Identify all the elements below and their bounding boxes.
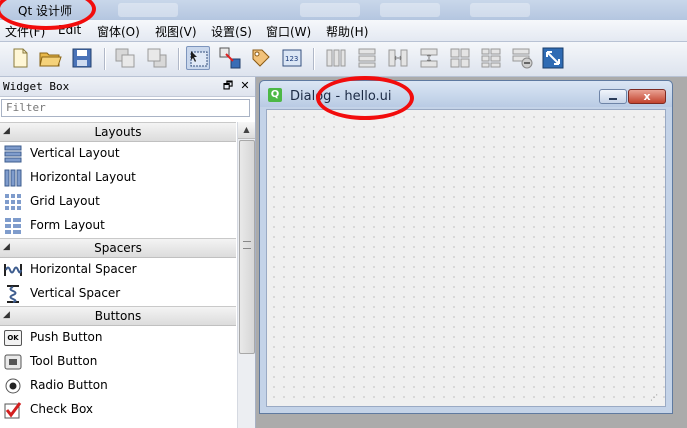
widget-item-horizontal-layout[interactable]: Horizontal Layout (0, 166, 236, 190)
radio-button-icon (4, 377, 22, 395)
svg-text:123: 123 (285, 55, 298, 63)
widget-item-tool-button[interactable]: Tool Button (0, 350, 236, 374)
qt-logo-icon: Q (268, 88, 282, 102)
open-folder-icon[interactable] (38, 46, 62, 70)
push-button-icon: OK (4, 330, 22, 346)
widget-box-panel: Widget Box 🗗 ✕ Filter ◢ Layouts Vertical… (0, 77, 256, 428)
widget-item-vertical-layout[interactable]: Vertical Layout (0, 142, 236, 166)
widget-box-scrollbar[interactable]: ▲ (237, 122, 255, 428)
widget-box-header: Widget Box 🗗 ✕ (0, 77, 255, 97)
widget-item-label: Horizontal Spacer (30, 262, 137, 276)
annotation-circle (316, 76, 414, 120)
widget-item-label: Radio Button (30, 378, 108, 392)
tool-button-icon (4, 353, 22, 371)
vertical-spacer-icon (4, 285, 22, 303)
background-taskbar-item (300, 3, 360, 17)
toolbar-separator (178, 48, 180, 70)
layout-horizontal-icon[interactable] (324, 46, 348, 70)
layout-grid-icon[interactable] (448, 46, 472, 70)
category-label: Spacers (94, 241, 142, 255)
check-box-icon (4, 401, 22, 419)
widget-item-horizontal-spacer[interactable]: Horizontal Spacer (0, 258, 236, 282)
scrollbar-thumb[interactable] (239, 140, 255, 354)
menu-settings[interactable]: 设置(S) (211, 23, 252, 40)
layout-horizontal-splitter-icon[interactable] (386, 46, 410, 70)
horizontal-layout-icon (4, 169, 22, 187)
category-layouts[interactable]: ◢ Layouts (0, 122, 236, 142)
scroll-up-icon[interactable]: ▲ (238, 122, 255, 139)
widget-item-radio-button[interactable]: Radio Button (0, 374, 236, 398)
widget-box-title: Widget Box (3, 80, 70, 93)
toolbar-separator (313, 48, 315, 70)
resize-grip-icon[interactable]: ⋰ (650, 393, 660, 403)
category-spacers[interactable]: ◢ Spacers (0, 238, 236, 258)
form-layout-icon (4, 217, 22, 235)
category-label: Buttons (94, 309, 142, 323)
menu-form[interactable]: 窗体(O) (97, 23, 140, 40)
horizontal-spacer-icon (4, 261, 22, 279)
widget-item-label: Check Box (30, 402, 94, 416)
app-title-bar: Qt 设计师 (0, 0, 687, 20)
widget-item-label: Tool Button (30, 354, 98, 368)
widget-item-label: Vertical Layout (30, 146, 120, 160)
send-to-back-icon[interactable] (113, 46, 137, 70)
background-taskbar-item (118, 3, 178, 17)
edit-buddies-icon[interactable] (249, 46, 273, 70)
edit-signals-slots-icon[interactable] (218, 46, 242, 70)
widget-item-label: Horizontal Layout (30, 170, 136, 184)
adjust-size-icon[interactable] (541, 46, 565, 70)
form-canvas-grid[interactable] (266, 109, 666, 407)
widget-item-label: Push Button (30, 330, 103, 344)
break-layout-icon[interactable] (510, 46, 534, 70)
widget-filter-input[interactable]: Filter (1, 99, 250, 117)
widget-list: ◢ Layouts Vertical Layout Horizontal Lay… (0, 122, 236, 428)
menu-window[interactable]: 窗口(W) (266, 23, 311, 40)
layout-vertical-icon[interactable] (355, 46, 379, 70)
layout-form-icon[interactable] (479, 46, 503, 70)
layout-vertical-splitter-icon[interactable] (417, 46, 441, 70)
edit-widgets-icon[interactable] (186, 46, 210, 70)
widget-item-grid-layout[interactable]: Grid Layout (0, 190, 236, 214)
menu-help[interactable]: 帮助(H) (326, 23, 368, 40)
dock-float-icon[interactable]: 🗗 (221, 79, 235, 93)
minimize-button[interactable] (599, 89, 627, 104)
grip-icon (243, 241, 251, 249)
widget-item-push-button[interactable]: OK Push Button (0, 326, 236, 350)
dock-close-icon[interactable]: ✕ (238, 79, 252, 93)
grid-layout-icon (4, 193, 22, 211)
menu-bar: 文件(F) Edit 窗体(O) 视图(V) 设置(S) 窗口(W) 帮助(H) (0, 20, 687, 42)
widget-item-label: Grid Layout (30, 194, 100, 208)
widget-item-label: Form Layout (30, 218, 105, 232)
menu-view[interactable]: 视图(V) (155, 23, 197, 40)
category-label: Layouts (94, 125, 142, 139)
background-taskbar-item (380, 3, 440, 17)
bring-to-front-icon[interactable] (145, 46, 169, 70)
toolbar-separator (104, 48, 106, 70)
widget-item-check-box[interactable]: Check Box (0, 398, 236, 422)
main-toolbar: 123 (0, 42, 687, 77)
background-taskbar-item (470, 3, 530, 17)
widget-item-form-layout[interactable]: Form Layout (0, 214, 236, 238)
new-file-icon[interactable] (8, 46, 32, 70)
widget-item-vertical-spacer[interactable]: Vertical Spacer (0, 282, 236, 306)
widget-item-label: Vertical Spacer (30, 286, 121, 300)
edit-tab-order-icon[interactable]: 123 (280, 46, 304, 70)
close-button[interactable]: x (628, 89, 666, 104)
dialog-form-window[interactable]: Q Dialog - hello.ui x ⋰ (259, 80, 673, 414)
save-icon[interactable] (70, 46, 94, 70)
category-buttons[interactable]: ◢ Buttons (0, 306, 236, 326)
vertical-layout-icon (4, 145, 22, 163)
